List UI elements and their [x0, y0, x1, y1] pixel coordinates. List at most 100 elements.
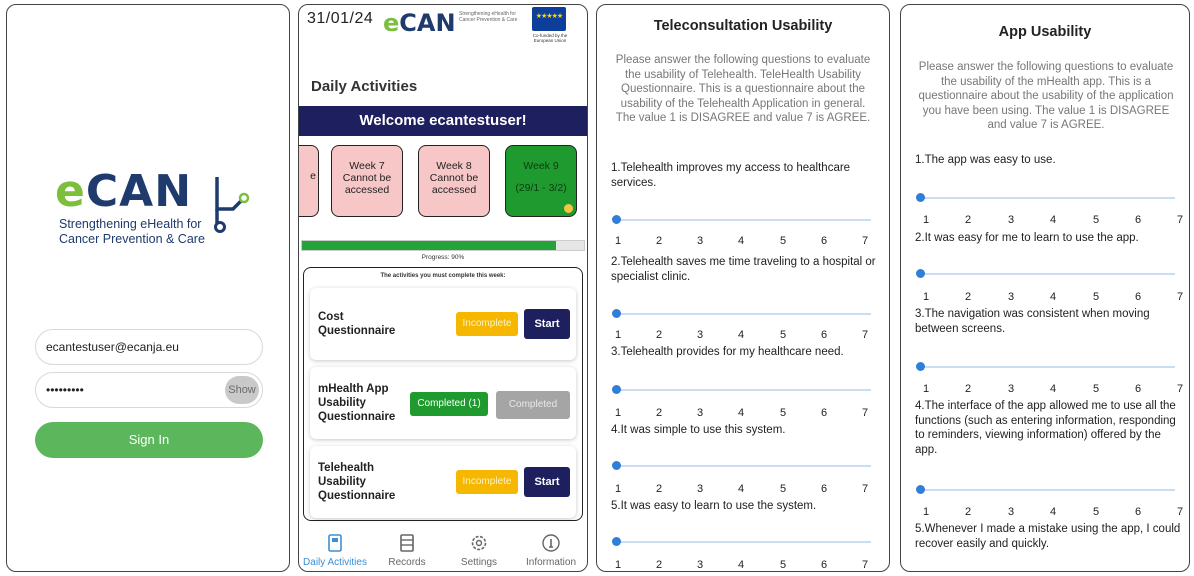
password-field[interactable]: ••••••••• Show	[35, 372, 263, 408]
scale-label: 3	[696, 329, 704, 341]
slider-thumb[interactable]	[612, 215, 621, 224]
scale-label: 4	[737, 329, 745, 341]
week-card-7[interactable]: Week 7 Cannot be accessed	[331, 145, 403, 217]
week-card-status: e	[310, 170, 316, 182]
nav-information[interactable]: Information	[515, 527, 587, 571]
rating-slider-4[interactable]	[916, 485, 1175, 495]
activity-card-mhealth: mHealth App Usability Questionnaire Comp…	[310, 367, 576, 439]
rating-slider-3[interactable]	[916, 362, 1175, 372]
question-4: 4.It was simple to use this system.	[611, 424, 786, 436]
rating-slider-1[interactable]	[916, 193, 1175, 203]
scale-label: 6	[820, 559, 828, 571]
scale-label: 2	[655, 559, 663, 571]
scale-label: 2	[655, 407, 663, 419]
slider-thumb[interactable]	[612, 309, 621, 318]
slider-track	[919, 366, 1175, 368]
welcome-banner: Welcome ecantestuser!	[299, 106, 587, 136]
activities-list: The activities you must complete this we…	[303, 267, 583, 521]
completed-button[interactable]: Completed	[496, 391, 570, 419]
scale-label: 5	[1092, 214, 1100, 226]
scale-label: 4	[737, 559, 745, 571]
week-card-9[interactable]: Week 9 (29/1 - 3/2)	[505, 145, 577, 217]
circuit-icon	[214, 177, 250, 233]
question-3: 3.The navigation was consistent when mov…	[915, 308, 1150, 335]
app-usability-questionnaire: App Usability Please answer the followin…	[900, 4, 1190, 572]
slider-thumb[interactable]	[916, 485, 925, 494]
scale-labels: 1 2 3 4 5 6 7	[611, 235, 873, 249]
slider-thumb[interactable]	[916, 269, 925, 278]
rating-slider-2[interactable]	[612, 309, 871, 319]
scale-label: 2	[964, 506, 972, 518]
rating-slider-5[interactable]	[612, 537, 871, 547]
scale-label: 5	[1092, 506, 1100, 518]
nav-label: Settings	[460, 557, 498, 568]
question-2: 2.It was easy for me to learn to use the…	[915, 232, 1139, 244]
scale-label: 2	[964, 214, 972, 226]
scale-label: 3	[1007, 383, 1015, 395]
scale-label: 6	[820, 407, 828, 419]
scale-label: 2	[655, 329, 663, 341]
question-1: 1.Telehealth improves my access to healt…	[611, 162, 851, 189]
scale-label: 6	[1134, 383, 1142, 395]
nav-settings[interactable]: Settings	[443, 527, 515, 571]
slider-thumb[interactable]	[916, 362, 925, 371]
scale-label: 4	[737, 407, 745, 419]
scale-label: 6	[820, 329, 828, 341]
bottom-navigation: Daily Activities Records Settings Inform…	[299, 527, 587, 571]
scale-label: 1	[922, 291, 930, 303]
nav-records[interactable]: Records	[371, 527, 443, 571]
slider-thumb[interactable]	[916, 193, 925, 202]
scale-label: 5	[1092, 291, 1100, 303]
ecan-header-logo: eCAN	[383, 9, 456, 37]
password-value: •••••••••	[46, 383, 84, 397]
logo-tagline: Strengthening eHealth for Cancer Prevent…	[59, 217, 205, 247]
start-button[interactable]: Start	[524, 309, 570, 339]
slider-thumb[interactable]	[612, 461, 621, 470]
eu-stars: ★★★★★	[535, 13, 563, 20]
scale-label: 5	[779, 407, 787, 419]
scale-label: 7	[861, 329, 869, 341]
header-logo-e: e	[383, 9, 400, 37]
slider-track	[615, 541, 871, 543]
scale-label: 7	[1176, 506, 1184, 518]
rating-slider-2[interactable]	[916, 269, 1175, 279]
slider-thumb[interactable]	[612, 385, 621, 394]
scale-labels: 1 2 3 4 5 6 7	[611, 483, 873, 497]
activity-card-telehealth: Telehealth Usability Questionnaire Incom…	[310, 446, 576, 518]
progress-bar-fill	[302, 241, 556, 250]
rating-slider-4[interactable]	[612, 461, 871, 471]
logo-tagline-line2: Cancer Prevention & Care	[59, 232, 205, 246]
records-icon	[400, 534, 414, 552]
sign-in-button[interactable]: Sign In	[35, 422, 263, 458]
email-field[interactable]: ecantestuser@ecanja.eu	[35, 329, 263, 365]
question-5: 5.It was easy to learn to use the system…	[611, 500, 817, 512]
scale-label: 4	[737, 483, 745, 495]
questionnaire-intro: Please answer the following questions to…	[615, 54, 871, 124]
rating-slider-1[interactable]	[612, 215, 871, 225]
question-1: 1.The app was easy to use.	[915, 154, 1056, 166]
progress-bar	[301, 240, 585, 251]
scale-label: 4	[1049, 291, 1057, 303]
show-password-button[interactable]: Show	[225, 376, 259, 404]
start-button[interactable]: Start	[524, 467, 570, 497]
book-icon	[328, 534, 342, 552]
nav-label: Records	[388, 557, 426, 568]
week-card-8[interactable]: Week 8 Cannot be accessed	[418, 145, 490, 217]
scale-label: 5	[779, 235, 787, 247]
nav-daily-activities[interactable]: Daily Activities	[299, 527, 371, 571]
week-card-6[interactable]: e	[299, 145, 319, 217]
scale-label: 7	[861, 559, 869, 571]
status-badge: Incomplete	[456, 312, 518, 336]
rating-slider-3[interactable]	[612, 385, 871, 395]
scale-label: 2	[964, 383, 972, 395]
scale-label: 5	[779, 329, 787, 341]
scale-label: 3	[1007, 214, 1015, 226]
scale-label: 7	[861, 407, 869, 419]
logo-wordmark: eCAN	[55, 169, 192, 215]
slider-thumb[interactable]	[612, 537, 621, 546]
questionnaire-title: App Usability	[998, 24, 1092, 40]
login-screen: eCAN Strengthening eHealth for Cancer Pr…	[6, 4, 290, 572]
week-card-label: Week 7	[349, 160, 385, 172]
nav-label: Information	[525, 557, 577, 568]
scale-label: 1	[614, 407, 622, 419]
